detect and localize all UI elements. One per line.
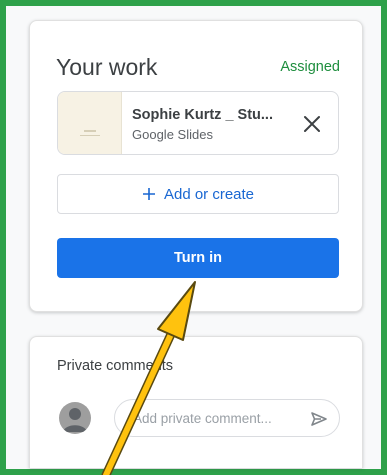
add-or-create-button[interactable]: Add or create <box>57 174 339 214</box>
status-badge: Assigned <box>280 59 340 75</box>
attachment-chip[interactable]: Sophie Kurtz _ Stu... Google Slides <box>57 91 339 155</box>
comment-placeholder: Add private comment... <box>133 411 272 426</box>
private-comment-input[interactable]: Add private comment... <box>114 399 340 437</box>
attachment-thumbnail <box>58 92 122 154</box>
turn-in-button[interactable]: Turn in <box>57 238 339 278</box>
private-comments-card: Private comments Add private comment... <box>29 336 363 468</box>
close-icon[interactable] <box>300 112 324 136</box>
plus-icon <box>142 188 155 200</box>
add-or-create-label: Add or create <box>163 185 255 203</box>
private-comments-title: Private comments <box>57 358 174 374</box>
attachment-name: Sophie Kurtz _ Stu... <box>132 107 273 123</box>
attachment-type: Google Slides <box>132 127 213 142</box>
avatar <box>59 402 91 434</box>
your-work-card: Your work Assigned Sophie Kurtz _ Stu...… <box>29 20 363 312</box>
send-icon[interactable] <box>309 409 329 429</box>
your-work-title: Your work <box>56 54 158 80</box>
turn-in-label: Turn in <box>173 250 223 266</box>
person-icon <box>63 408 87 432</box>
